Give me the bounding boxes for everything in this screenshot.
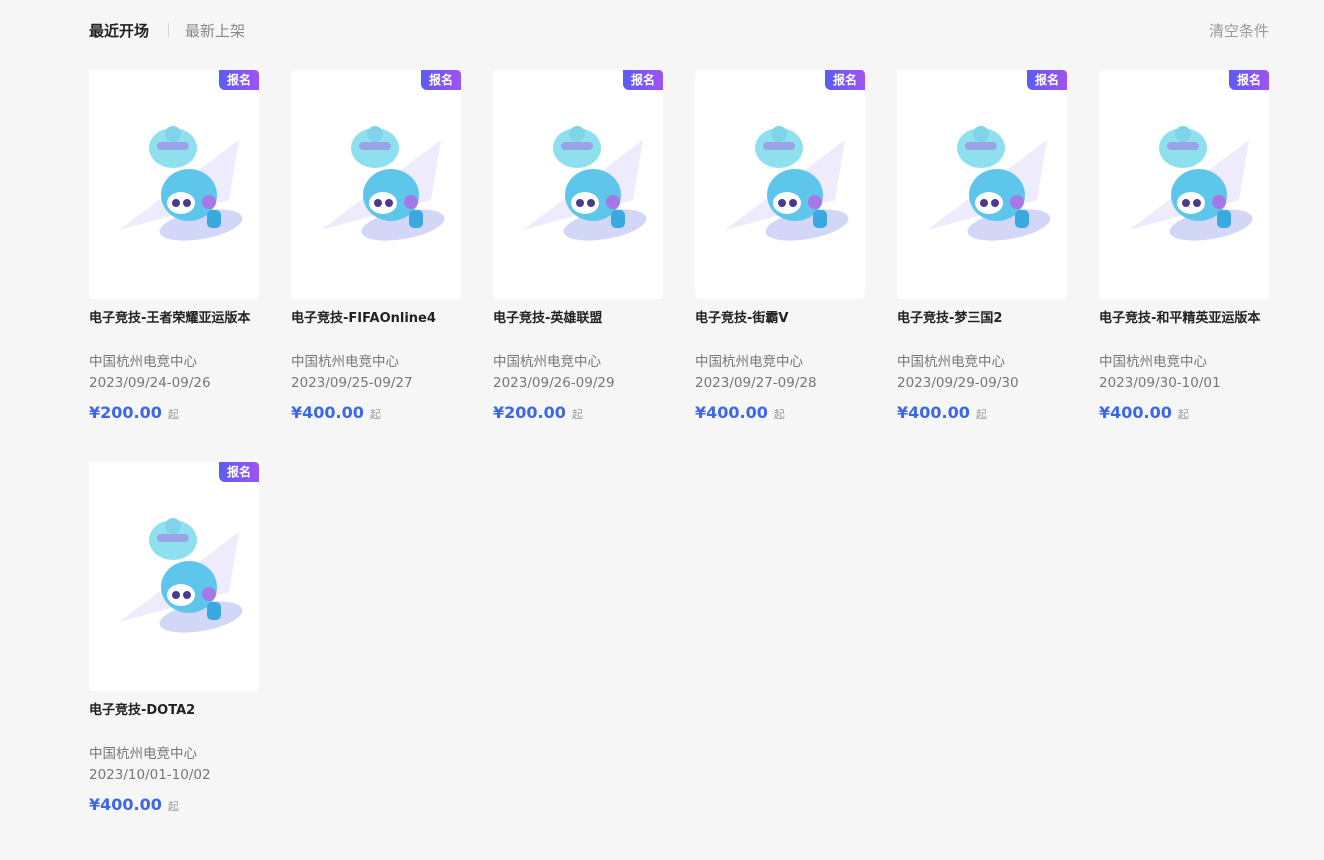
event-price: ¥400.00 <box>89 795 162 814</box>
event-thumbnail[interactable]: 报名 <box>493 70 663 299</box>
event-title[interactable]: 电子竞技-王者荣耀亚运版本 <box>89 308 259 352</box>
signup-badge: 报名 <box>421 70 461 90</box>
mascot-icon <box>321 126 445 241</box>
event-card[interactable]: 报名 电子竞技-英雄联盟 中国杭州电竞中心 2023/09/26-09/29 ¥… <box>493 70 663 424</box>
signup-badge: 报名 <box>623 70 663 90</box>
event-thumbnail[interactable]: 报名 <box>89 70 259 299</box>
mascot-icon <box>1129 126 1253 241</box>
event-thumbnail[interactable]: 报名 <box>89 462 259 691</box>
event-venue: 中国杭州电竞中心 <box>291 354 399 370</box>
price-suffix: 起 <box>167 800 179 813</box>
event-dates: 2023/09/29-09/30 <box>897 375 1019 391</box>
tab-newest[interactable]: 最新上架 <box>185 20 245 42</box>
mascot-icon <box>927 126 1051 241</box>
event-venue: 中国杭州电竞中心 <box>1099 354 1207 370</box>
event-price: ¥400.00 <box>291 403 364 422</box>
event-thumbnail[interactable]: 报名 <box>1099 70 1269 299</box>
event-dates: 2023/09/27-09/28 <box>695 375 817 391</box>
event-title[interactable]: 电子竞技-FIFAOnline4 <box>291 308 461 352</box>
event-thumbnail[interactable]: 报名 <box>291 70 461 299</box>
event-card[interactable]: 报名 电子竞技-FIFAOnline4 中国杭州电竞中心 2023/09/25-… <box>291 70 461 424</box>
event-price: ¥200.00 <box>493 403 566 422</box>
event-title[interactable]: 电子竞技-街霸V <box>695 308 865 352</box>
event-dates: 2023/09/24-09/26 <box>89 375 211 391</box>
event-title[interactable]: 电子竞技-梦三国2 <box>897 308 1067 352</box>
price-suffix: 起 <box>975 408 987 421</box>
signup-badge: 报名 <box>825 70 865 90</box>
price-suffix: 起 <box>773 408 785 421</box>
event-venue: 中国杭州电竞中心 <box>897 354 1005 370</box>
signup-badge: 报名 <box>219 70 259 90</box>
mascot-icon <box>119 126 243 241</box>
event-dates: 2023/10/01-10/02 <box>89 767 211 783</box>
signup-badge: 报名 <box>219 462 259 482</box>
event-dates: 2023/09/30-10/01 <box>1099 375 1221 391</box>
mascot-icon <box>119 518 243 633</box>
tab-divider <box>168 23 169 37</box>
price-suffix: 起 <box>167 408 179 421</box>
event-card[interactable]: 报名 电子竞技-和平精英亚运版本 中国杭州电竞中心 2023/09/30-10/… <box>1099 70 1269 424</box>
price-suffix: 起 <box>369 408 381 421</box>
price-row: ¥400.00 起 <box>89 794 259 816</box>
event-card[interactable]: 报名 电子竞技-梦三国2 中国杭州电竞中心 2023/09/29-09/30 ¥… <box>897 70 1067 424</box>
event-dates: 2023/09/25-09/27 <box>291 375 413 391</box>
mascot-icon <box>523 126 647 241</box>
price-row: ¥200.00 起 <box>493 402 663 424</box>
filter-header: 最近开场 最新上架 清空条件 <box>89 18 1269 44</box>
price-suffix: 起 <box>1177 408 1189 421</box>
event-card[interactable]: 报名 电子竞技-街霸V 中国杭州电竞中心 2023/09/27-09/28 ¥4… <box>695 70 865 424</box>
event-card[interactable]: 报名 电子竞技-王者荣耀亚运版本 中国杭州电竞中心 2023/09/24-09/… <box>89 70 259 424</box>
event-title[interactable]: 电子竞技-DOTA2 <box>89 700 259 744</box>
price-row: ¥400.00 起 <box>1099 402 1269 424</box>
event-thumbnail[interactable]: 报名 <box>897 70 1067 299</box>
clear-filters-button[interactable]: 清空条件 <box>1209 20 1269 42</box>
event-card[interactable]: 报名 电子竞技-DOTA2 中国杭州电竞中心 2023/10/01-10/02 … <box>89 462 259 816</box>
mascot-icon <box>725 126 849 241</box>
event-dates: 2023/09/26-09/29 <box>493 375 615 391</box>
event-thumbnail[interactable]: 报名 <box>695 70 865 299</box>
event-price: ¥400.00 <box>1099 403 1172 422</box>
event-title[interactable]: 电子竞技-英雄联盟 <box>493 308 663 352</box>
price-row: ¥400.00 起 <box>695 402 865 424</box>
event-price: ¥400.00 <box>695 403 768 422</box>
price-suffix: 起 <box>571 408 583 421</box>
event-price: ¥400.00 <box>897 403 970 422</box>
price-row: ¥400.00 起 <box>291 402 461 424</box>
event-venue: 中国杭州电竞中心 <box>695 354 803 370</box>
event-title[interactable]: 电子竞技-和平精英亚运版本 <box>1099 308 1269 352</box>
price-row: ¥400.00 起 <box>897 402 1067 424</box>
price-row: ¥200.00 起 <box>89 402 259 424</box>
event-price: ¥200.00 <box>89 403 162 422</box>
tab-recent[interactable]: 最近开场 <box>89 20 149 42</box>
event-venue: 中国杭州电竞中心 <box>89 354 197 370</box>
signup-badge: 报名 <box>1229 70 1269 90</box>
event-venue: 中国杭州电竞中心 <box>89 746 197 762</box>
signup-badge: 报名 <box>1027 70 1067 90</box>
event-venue: 中国杭州电竞中心 <box>493 354 601 370</box>
